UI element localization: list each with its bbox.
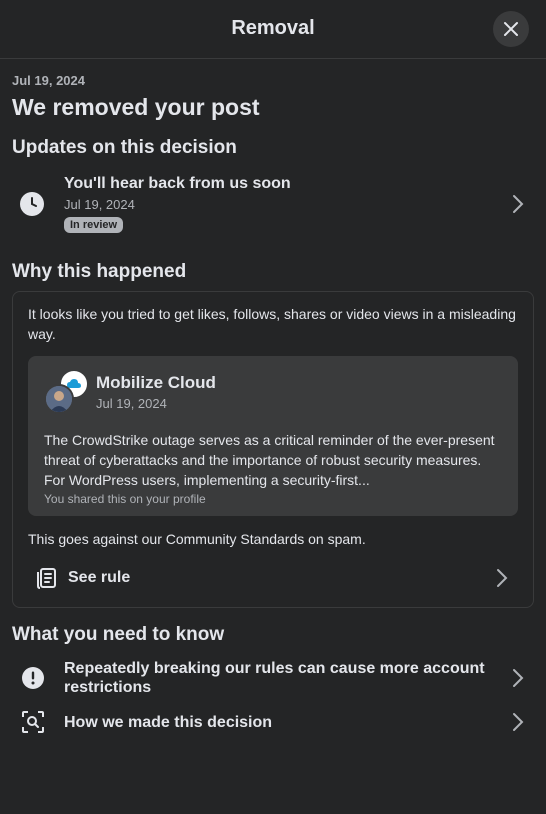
chevron-right-icon [497, 569, 508, 587]
post-preview-card[interactable]: Mobilize Cloud Jul 19, 2024 The CrowdStr… [28, 356, 518, 516]
standards-note: This goes against our Community Standard… [28, 531, 366, 547]
chevron-right-icon [513, 713, 524, 731]
clock-icon [20, 192, 44, 216]
chevron-right-icon [513, 195, 524, 213]
updates-section-title: Updates on this decision [12, 137, 237, 158]
update-item[interactable]: You'll hear back from us soon Jul 19, 20… [12, 169, 534, 239]
know-item-label: How we made this decision [64, 713, 273, 731]
dialog-title: Removal [231, 17, 315, 39]
see-rule-button[interactable]: See rule [28, 563, 518, 593]
close-icon [504, 22, 518, 36]
dialog-content: Jul 19, 2024 We removed your post Update… [0, 73, 546, 744]
update-date: Jul 19, 2024 [64, 197, 135, 212]
chevron-right-icon [513, 669, 524, 687]
post-author: Mobilize Cloud [96, 373, 216, 392]
why-section-title: Why this happened [12, 261, 187, 282]
post-shared-note: You shared this on your profile [44, 492, 206, 506]
see-rule-label: See rule [68, 569, 131, 586]
dialog-header: Removal [0, 0, 546, 59]
search-scan-icon [22, 711, 44, 733]
why-explanation: It looks like you tried to get likes, fo… [28, 306, 516, 342]
removal-date: Jul 19, 2024 [12, 73, 85, 88]
profile-photo-icon [44, 384, 74, 414]
page-title: We removed your post [12, 94, 260, 120]
rule-book-icon [37, 568, 56, 589]
post-body: The CrowdStrike outage serves as a criti… [44, 432, 495, 488]
status-badge: In review [64, 217, 124, 233]
post-date: Jul 19, 2024 [96, 396, 167, 411]
know-item-decision[interactable]: How we made this decision [12, 700, 534, 744]
exclamation-icon [22, 667, 44, 689]
know-section-title: What you need to know [12, 624, 225, 645]
avatar [44, 370, 88, 414]
why-box: It looks like you tried to get likes, fo… [12, 291, 534, 608]
update-title: You'll hear back from us soon [64, 175, 291, 192]
know-item-restrictions[interactable]: Repeatedly breaking our rules can cause … [12, 656, 534, 700]
close-button[interactable] [493, 11, 529, 47]
know-item-label: Repeatedly breaking our rules can cause … [64, 660, 485, 696]
